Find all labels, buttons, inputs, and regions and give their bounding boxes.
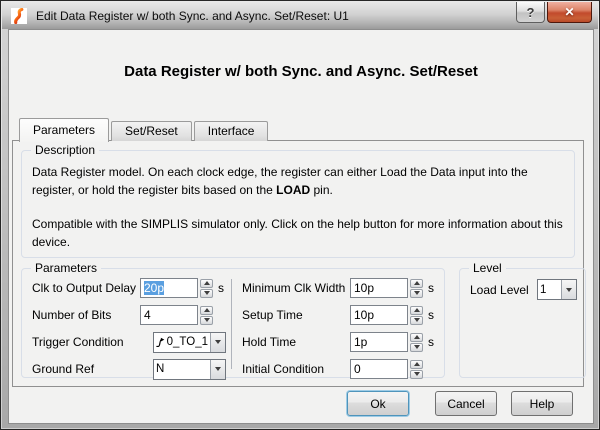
parameters-legend: Parameters (31, 261, 101, 275)
arrow-up-icon (204, 308, 210, 312)
close-button[interactable]: ✕ (547, 2, 592, 23)
parameters-right-column: Minimum Clk Width 10p s (242, 278, 436, 386)
trigger-condition-row: Trigger Condition 0_TO_1 (32, 332, 226, 352)
titlebar-help-button[interactable]: ? (516, 2, 545, 23)
ground-ref-select[interactable]: N (153, 359, 226, 380)
minimum-clk-width-row: Minimum Clk Width 10p s (242, 278, 436, 298)
description-paragraph-2: Compatible with the SIMPLIS simulator on… (32, 216, 564, 251)
chevron-down-icon (215, 340, 221, 344)
spin-down-button[interactable] (410, 370, 423, 379)
minimum-clk-width-label: Minimum Clk Width (242, 281, 350, 295)
titlebar[interactable]: Edit Data Register w/ both Sync. and Asy… (2, 2, 598, 29)
spin-up-button[interactable] (410, 306, 423, 315)
initial-condition-label: Initial Condition (242, 362, 350, 376)
dialog-window: Edit Data Register w/ both Sync. and Asy… (0, 0, 600, 430)
clk-to-output-delay-spinner (200, 279, 213, 298)
spin-down-button[interactable] (410, 289, 423, 298)
unit-label: s (428, 281, 436, 295)
unit-label: s (218, 281, 226, 295)
number-of-bits-row: Number of Bits 4 (32, 305, 226, 325)
spin-down-button[interactable] (410, 343, 423, 352)
trigger-condition-label: Trigger Condition (32, 335, 153, 349)
question-mark-icon: ? (527, 5, 535, 20)
rising-edge-icon (156, 336, 165, 349)
description-legend: Description (31, 143, 99, 157)
clk-to-output-delay-input[interactable]: 20p (140, 278, 198, 298)
close-icon: ✕ (564, 5, 574, 19)
ground-ref-label: Ground Ref (32, 362, 153, 376)
spin-down-button[interactable] (200, 289, 213, 298)
spin-down-button[interactable] (200, 316, 213, 325)
number-of-bits-input[interactable]: 4 (140, 305, 198, 325)
clk-to-output-delay-label: Clk to Output Delay (32, 281, 140, 295)
minimum-clk-width-spinner (410, 279, 423, 298)
simetrix-logo-icon (11, 8, 27, 24)
hold-time-label: Hold Time (242, 335, 350, 349)
load-level-row: Load Level 1 (470, 279, 577, 300)
tab-strip: Parameters Set/Reset Interface (19, 117, 270, 141)
initial-condition-input[interactable]: 0 (350, 359, 408, 379)
spin-down-button[interactable] (410, 316, 423, 325)
initial-condition-row: Initial Condition 0 (242, 359, 436, 379)
spin-up-button[interactable] (410, 333, 423, 342)
column-divider (231, 279, 232, 369)
arrow-up-icon (414, 335, 420, 339)
arrow-down-icon (414, 372, 420, 376)
setup-time-row: Setup Time 10p s (242, 305, 436, 325)
tab-interface[interactable]: Interface (194, 121, 269, 141)
tab-parameters[interactable]: Parameters (19, 118, 109, 142)
description-paragraph-1: Data Register model. On each clock edge,… (32, 164, 564, 199)
hold-time-spinner (410, 333, 423, 352)
ground-ref-row: Ground Ref N (32, 359, 226, 379)
help-button[interactable]: Help (511, 391, 573, 416)
ok-button[interactable]: Ok (347, 391, 409, 416)
dropdown-arrow-button[interactable] (210, 333, 225, 352)
spin-up-button[interactable] (200, 306, 213, 315)
arrow-down-icon (414, 291, 420, 295)
spin-up-button[interactable] (410, 279, 423, 288)
hold-time-row: Hold Time 1p s (242, 332, 436, 352)
dropdown-arrow-button[interactable] (210, 360, 225, 379)
arrow-up-icon (414, 308, 420, 312)
tab-page-parameters: Description Data Register model. On each… (12, 140, 584, 387)
chevron-down-icon (566, 288, 572, 292)
clk-to-output-delay-row: Clk to Output Delay 20p s (32, 278, 226, 298)
trigger-condition-select[interactable]: 0_TO_1 (153, 332, 226, 353)
spin-up-button[interactable] (410, 360, 423, 369)
unit-label: s (428, 308, 436, 322)
initial-condition-spinner (410, 360, 423, 379)
arrow-down-icon (414, 345, 420, 349)
arrow-down-icon (204, 291, 210, 295)
number-of-bits-spinner (200, 306, 213, 325)
setup-time-spinner (410, 306, 423, 325)
caption-buttons: ? ✕ (516, 2, 592, 23)
dialog-footer: Ok Cancel Help (347, 391, 573, 416)
unit-label: s (428, 335, 436, 349)
chevron-down-icon (215, 367, 221, 371)
dialog-heading: Data Register w/ both Sync. and Async. S… (9, 63, 593, 80)
arrow-down-icon (204, 318, 210, 322)
load-level-select[interactable]: 1 (537, 279, 577, 300)
dialog-client-area: Data Register w/ both Sync. and Async. S… (8, 29, 594, 424)
minimum-clk-width-input[interactable]: 10p (350, 278, 408, 298)
arrow-down-icon (414, 318, 420, 322)
level-legend: Level (469, 261, 506, 275)
arrow-up-icon (414, 362, 420, 366)
level-group: Level Load Level 1 (459, 268, 586, 378)
load-level-label: Load Level (470, 283, 537, 297)
window-title: Edit Data Register w/ both Sync. and Asy… (36, 9, 349, 23)
hold-time-input[interactable]: 1p (350, 332, 408, 352)
parameters-left-column: Clk to Output Delay 20p s (32, 278, 226, 386)
dropdown-arrow-button[interactable] (561, 280, 576, 299)
number-of-bits-label: Number of Bits (32, 308, 140, 322)
setup-time-label: Setup Time (242, 308, 350, 322)
setup-time-input[interactable]: 10p (350, 305, 408, 325)
spin-up-button[interactable] (200, 279, 213, 288)
arrow-up-icon (414, 281, 420, 285)
parameters-group: Parameters Clk to Output Delay 20p (21, 268, 445, 378)
arrow-up-icon (204, 281, 210, 285)
description-group: Description Data Register model. On each… (21, 150, 575, 258)
cancel-button[interactable]: Cancel (435, 391, 497, 416)
tab-set-reset[interactable]: Set/Reset (111, 121, 192, 141)
